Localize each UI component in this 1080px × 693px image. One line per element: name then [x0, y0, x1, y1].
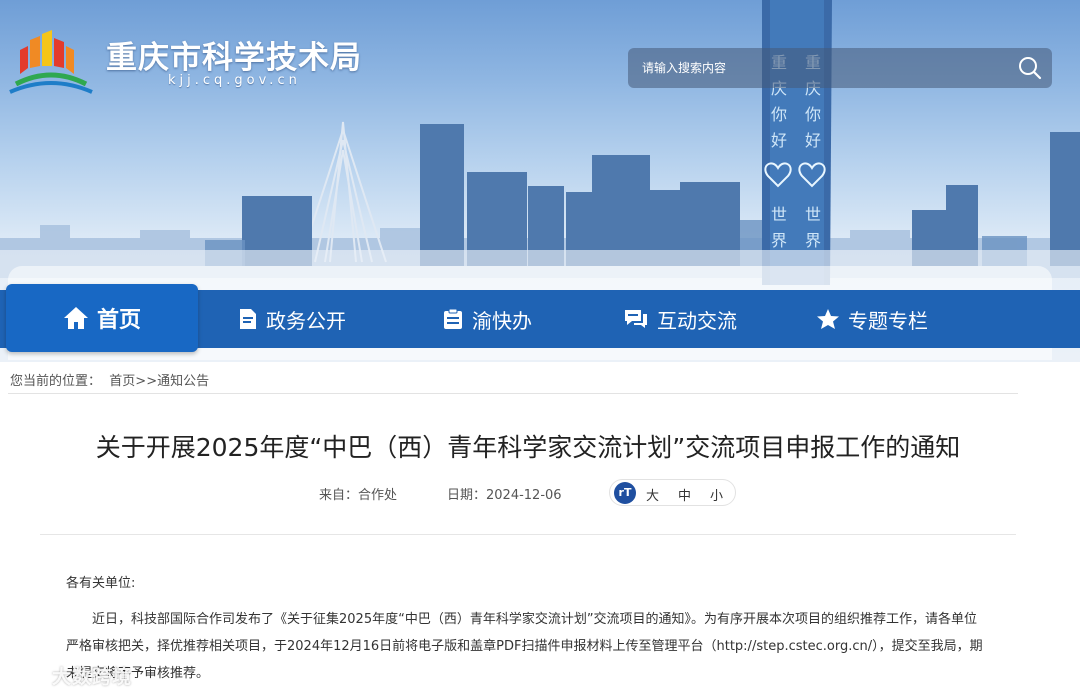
article-body: 近日，科技部国际合作司发布了《关于征集2025年度“中巴（西）青年科学家交流计划… — [66, 612, 983, 681]
search-input[interactable] — [628, 48, 1008, 88]
svg-text:好: 好 — [771, 131, 787, 150]
site-title[interactable]: 重庆市科学技术局 — [106, 32, 362, 77]
star-icon — [817, 309, 839, 329]
bureau-logo[interactable] — [8, 28, 94, 98]
font-small-button[interactable]: 小 — [710, 485, 723, 504]
nav-label: 渝快办 — [472, 308, 532, 333]
document-icon — [240, 309, 256, 329]
article-greeting: 各有关单位: — [66, 576, 136, 591]
svg-text:你: 你 — [805, 105, 821, 124]
nav-label: 首页 — [96, 308, 141, 333]
watermark-text: 大数跨境 — [52, 666, 133, 688]
nav-item-gov-affairs[interactable]: 政务公开 — [238, 290, 346, 348]
nav-item-yukuaiban[interactable]: 渝快办 — [442, 290, 532, 348]
search-icon[interactable] — [1014, 52, 1046, 84]
svg-text:好: 好 — [805, 131, 821, 150]
chat-icon — [625, 310, 647, 328]
divider — [8, 393, 1018, 394]
nav-label: 政务公开 — [266, 308, 346, 333]
lit-tower: 重重 庆庆 你你 好好 世世 界界 — [762, 0, 832, 285]
site-domain: kjj.cq.gov.cn — [168, 73, 301, 88]
article-title: 关于开展2025年度“中巴（西）青年科学家交流计划”交流项目申报工作的通知 — [95, 433, 961, 462]
breadcrumb-prefix: 您当前的位置： — [10, 374, 102, 389]
breadcrumb-current-link[interactable]: 通知公告 — [157, 374, 209, 389]
font-size-switcher: rT 大 中 小 — [609, 479, 736, 506]
svg-text:界: 界 — [805, 231, 821, 250]
svg-text:你: 你 — [771, 105, 787, 124]
breadcrumb-separator: >> — [135, 374, 158, 389]
svg-text:世: 世 — [805, 205, 821, 224]
nav-item-special-topics[interactable]: 专题专栏 — [816, 290, 928, 348]
home-icon — [63, 307, 88, 329]
svg-text:世: 世 — [771, 205, 787, 224]
article-date: 日期：2024-12-06 — [447, 488, 562, 503]
divider — [40, 534, 1016, 535]
font-large-button[interactable]: 大 — [646, 485, 659, 504]
search-box — [628, 48, 1052, 88]
font-medium-button[interactable]: 中 — [678, 485, 691, 504]
breadcrumb: 您当前的位置： 首页>>通知公告 — [10, 370, 209, 389]
article-source: 来自：合作处 — [319, 488, 398, 503]
nav-label: 互动交流 — [657, 308, 737, 333]
nav-item-interaction[interactable]: 互动交流 — [623, 290, 737, 348]
svg-text:界: 界 — [771, 231, 787, 250]
nav-item-home[interactable]: 首页 — [6, 284, 198, 352]
clipboard-icon — [444, 308, 462, 329]
nav-label: 专题专栏 — [848, 308, 928, 333]
font-size-icon: rT — [614, 482, 636, 504]
breadcrumb-home-link[interactable]: 首页 — [109, 374, 135, 389]
